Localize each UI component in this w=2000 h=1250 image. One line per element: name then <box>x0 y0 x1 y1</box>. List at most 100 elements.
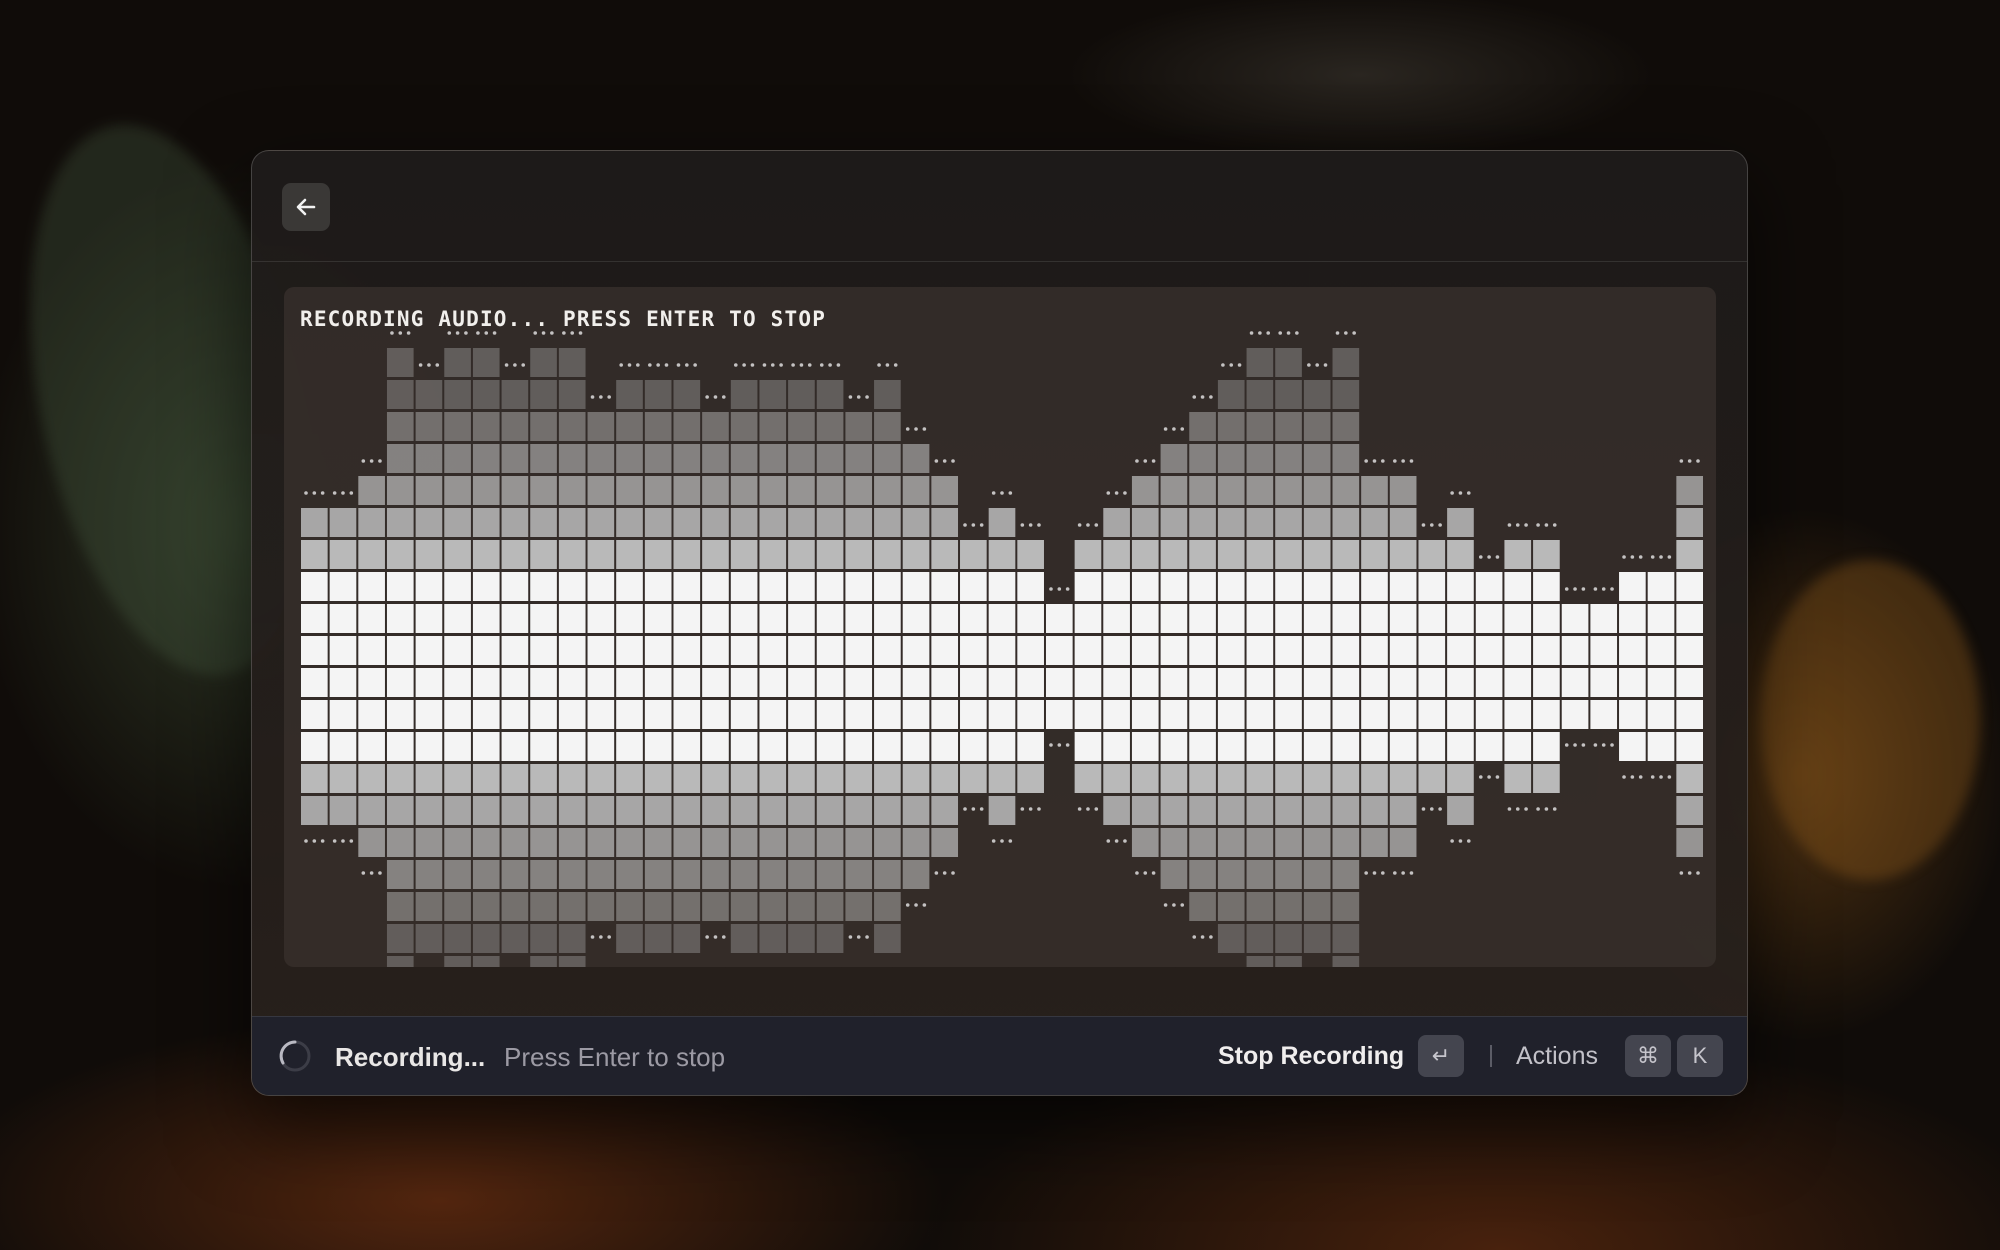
waveform-cell <box>702 412 729 441</box>
waveform-cell <box>759 508 787 537</box>
waveform-cell <box>730 412 758 441</box>
waveform-cell <box>301 540 328 569</box>
waveform-cell <box>558 444 586 473</box>
waveform-cell <box>1303 860 1331 889</box>
waveform-cell <box>902 860 930 889</box>
waveform-cell <box>816 636 844 665</box>
waveform-cell <box>329 540 357 569</box>
waveform-dot <box>476 331 480 335</box>
waveform-dot <box>320 491 325 495</box>
waveform-cell <box>386 924 414 953</box>
waveform-cell <box>386 828 414 857</box>
waveform-cell <box>1533 540 1560 569</box>
waveform-cell <box>644 476 672 505</box>
waveform-cell <box>587 540 615 569</box>
waveform-cell <box>845 636 873 665</box>
waveform-cell <box>702 604 729 633</box>
waveform-dot <box>1135 871 1139 875</box>
waveform-cell <box>301 796 328 825</box>
waveform-cell <box>1275 636 1302 665</box>
waveform-dot <box>1163 903 1168 907</box>
enter-key-hint[interactable]: ↵ <box>1418 1035 1464 1077</box>
waveform-cell <box>1275 860 1302 889</box>
waveform-cell <box>759 540 787 569</box>
waveform-cell <box>587 764 615 793</box>
waveform-cell <box>1418 604 1446 633</box>
waveform-cell <box>1275 380 1302 409</box>
waveform-cell <box>386 796 414 825</box>
waveform-cell <box>444 668 471 697</box>
waveform-cell <box>1160 668 1188 697</box>
cmd-key-hint[interactable]: ⌘ <box>1625 1035 1671 1077</box>
waveform-cell <box>730 604 758 633</box>
stop-recording-button[interactable]: Stop Recording <box>1218 1042 1404 1071</box>
waveform-dot <box>1057 587 1062 591</box>
waveform-cell <box>1332 956 1360 967</box>
waveform-cell <box>788 412 815 441</box>
waveform-cell <box>616 828 643 857</box>
waveform-cell <box>1389 732 1417 761</box>
waveform-dot <box>378 871 382 875</box>
waveform-cell <box>1275 508 1302 537</box>
waveform-cell <box>358 604 385 633</box>
waveform-cell <box>587 860 615 889</box>
waveform-cell <box>358 764 385 793</box>
waveform-cell <box>1447 700 1474 729</box>
waveform-cell <box>415 380 443 409</box>
waveform-cell <box>788 796 815 825</box>
waveform-cell <box>530 924 557 953</box>
waveform-cell <box>988 508 1016 537</box>
waveform-cell <box>673 796 701 825</box>
waveform-dot <box>1037 807 1041 811</box>
waveform-cell <box>1131 540 1159 569</box>
waveform-cell <box>1647 604 1675 633</box>
waveform-dot <box>349 491 354 495</box>
k-key-hint[interactable]: K <box>1677 1035 1723 1077</box>
waveform-cell <box>788 444 815 473</box>
waveform-cell <box>730 732 758 761</box>
waveform-cell <box>1160 508 1188 537</box>
waveform-cell <box>644 860 672 889</box>
waveform-dot <box>1696 871 1700 875</box>
waveform-cell <box>702 476 729 505</box>
waveform-cell <box>1303 380 1331 409</box>
waveform-cell <box>1189 860 1216 889</box>
waveform-cell <box>1303 572 1331 601</box>
waveform-cell <box>788 892 815 921</box>
waveform-dot <box>721 395 726 399</box>
waveform-dot <box>1200 935 1205 939</box>
waveform-cell <box>1533 636 1560 665</box>
waveform-cell <box>1275 796 1302 825</box>
actions-button[interactable]: Actions <box>1516 1042 1598 1071</box>
waveform-dot <box>1421 807 1426 811</box>
waveform-dot <box>378 459 382 463</box>
waveform-dot <box>1364 871 1368 875</box>
waveform-cell <box>1017 572 1044 601</box>
waveform-cell <box>1217 508 1245 537</box>
waveform-dot <box>1381 871 1385 875</box>
waveform-cell <box>1361 700 1388 729</box>
waveform-cell <box>931 828 959 857</box>
waveform-cell <box>472 732 500 761</box>
waveform-dot <box>361 459 366 463</box>
waveform-dot <box>619 363 623 367</box>
waveform-cell <box>1504 764 1532 793</box>
waveform-cell <box>702 572 729 601</box>
waveform-cell <box>673 668 701 697</box>
waveform-dot <box>1650 775 1655 779</box>
waveform-cell <box>358 796 385 825</box>
waveform-cell <box>788 828 815 857</box>
waveform-cell <box>1189 892 1216 921</box>
waveform-cell <box>558 700 586 729</box>
waveform-cell <box>358 668 385 697</box>
waveform-cell <box>673 892 701 921</box>
waveform-cell <box>1303 412 1331 441</box>
waveform-cell <box>874 412 901 441</box>
waveform-cell <box>1676 764 1703 793</box>
waveform-cell <box>1389 540 1417 569</box>
waveform-cell <box>988 572 1016 601</box>
waveform-dot <box>1123 839 1127 843</box>
back-button[interactable] <box>282 183 330 231</box>
waveform-cell <box>845 476 873 505</box>
waveform-cell <box>730 540 758 569</box>
